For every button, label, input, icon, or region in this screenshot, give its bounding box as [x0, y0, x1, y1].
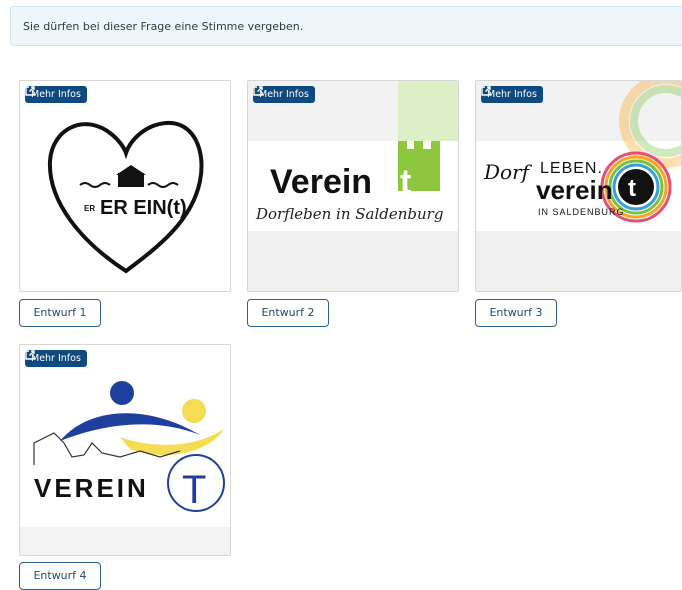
badge-label-4: Mehr Infos [31, 353, 81, 364]
logo-entwurf-4: VEREIN T [20, 381, 230, 555]
more-info-badge-4[interactable]: Mehr Infos [25, 350, 87, 367]
svg-text:ER: ER [84, 204, 95, 213]
external-link-icon [253, 86, 263, 96]
more-info-badge-3[interactable]: Mehr Infos [481, 86, 543, 103]
logo-text-4: VEREIN [34, 473, 149, 503]
badge-label-3: Mehr Infos [487, 89, 537, 100]
vote-button-entwurf-4[interactable]: Entwurf 4 [19, 562, 101, 590]
external-link-icon [481, 86, 491, 96]
badge-label-1: Mehr Infos [31, 89, 81, 100]
logo-accent-3: t [628, 175, 636, 202]
logo-entwurf-2: Verein t Dorfleben in Saldenburg [248, 81, 458, 291]
external-link-icon [25, 350, 35, 360]
logo-accent-4: T [182, 468, 206, 512]
logo-entwurf-3: t Dorf LEBEN. verein IN SALDENBURG [476, 81, 681, 291]
option-card-2[interactable]: Verein t Dorfleben in Saldenburg Mehr In… [247, 80, 459, 292]
logo-sub-2: Dorfleben in Saldenburg [255, 205, 443, 223]
logo-dorf-3: Dorf [483, 160, 533, 184]
logo-accent-2: t [400, 163, 411, 201]
more-info-badge-1[interactable]: Mehr Infos [25, 86, 87, 103]
logo-text-3: verein [536, 175, 613, 205]
logo-entwurf-1: ER ER EIN(t) [47, 120, 204, 274]
more-info-badge-2[interactable]: Mehr Infos [253, 86, 315, 103]
vote-button-entwurf-3[interactable]: Entwurf 3 [475, 299, 557, 327]
logo-text-2: Verein [270, 163, 372, 201]
logo-sub-3: IN SALDENBURG [538, 207, 625, 217]
notice-text: Sie dürfen bei dieser Frage eine Stimme … [23, 20, 304, 33]
vote-button-entwurf-1[interactable]: Entwurf 1 [19, 299, 101, 327]
option-card-3[interactable]: t Dorf LEBEN. verein IN SALDENBURG Mehr … [475, 80, 682, 292]
external-link-icon [25, 86, 35, 96]
badge-label-2: Mehr Infos [259, 89, 309, 100]
info-notice: Sie dürfen bei dieser Frage eine Stimme … [10, 6, 682, 46]
option-card-1[interactable]: ER ER EIN(t) Mehr Infos [19, 80, 231, 292]
logo-text-1: ER EIN(t) [100, 197, 187, 219]
vote-button-entwurf-2[interactable]: Entwurf 2 [247, 299, 329, 327]
option-card-4[interactable]: VEREIN T Mehr Infos [19, 344, 231, 556]
